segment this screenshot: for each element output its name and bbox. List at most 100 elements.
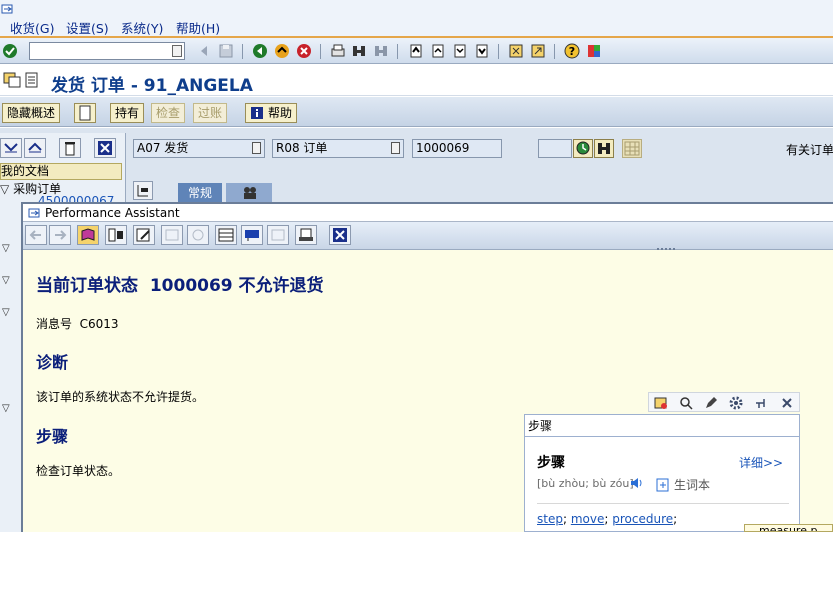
separator-text: ;: [604, 512, 609, 526]
menu-settings[interactable]: 设置(S): [66, 18, 109, 37]
last-page-icon[interactable]: [473, 42, 491, 60]
cancel-icon[interactable]: [295, 42, 313, 60]
close-icon[interactable]: [329, 225, 351, 245]
toolbar-separator: [498, 44, 499, 59]
sap-system-icon[interactable]: [1, 3, 15, 15]
vocab-book-icon[interactable]: [655, 477, 671, 493]
command-field[interactable]: [29, 42, 185, 60]
related-order-label: 有关订单: [786, 143, 833, 157]
pinyin-text: [bù zhòu; bù zóu]: [537, 477, 634, 490]
tree-node-label: 4500000067: [38, 194, 115, 202]
splitter-handle[interactable]: [657, 248, 675, 250]
order-number-field[interactable]: 1000069: [412, 139, 502, 158]
hide-overview-button[interactable]: 隐藏概述: [2, 103, 61, 123]
info-flag-icon[interactable]: [241, 225, 263, 245]
hold-button[interactable]: 持有: [110, 103, 145, 123]
header-detail-icon[interactable]: [133, 181, 153, 200]
translation-link[interactable]: procedure: [612, 512, 673, 526]
gear-icon[interactable]: [728, 395, 744, 411]
help-icon[interactable]: ?: [563, 42, 581, 60]
tab-partner[interactable]: [226, 183, 272, 203]
tree-expand-icon[interactable]: ▽: [2, 275, 10, 286]
reference-select-value: R08 订单: [276, 141, 328, 155]
document-icon[interactable]: [25, 72, 39, 88]
dropdown-icon[interactable]: [172, 45, 182, 57]
toolbar-separator: [242, 44, 243, 59]
exit-icon[interactable]: [273, 42, 291, 60]
empty-field[interactable]: [538, 139, 572, 158]
pushpin-icon[interactable]: [753, 395, 769, 411]
menu-help[interactable]: 帮助(H): [176, 18, 220, 37]
enter-check-icon[interactable]: [1, 42, 19, 60]
standard-toolbar: ?: [0, 36, 833, 64]
delete-icon[interactable]: [59, 138, 81, 158]
new-session-icon[interactable]: [507, 42, 525, 60]
dropdown-icon[interactable]: [252, 142, 261, 154]
edit-icon[interactable]: [133, 225, 155, 245]
new-document-button[interactable]: [74, 103, 96, 123]
toolbar-separator: [320, 44, 321, 59]
transaction-select[interactable]: A07 发货: [133, 139, 265, 158]
execute-icon[interactable]: [573, 139, 593, 158]
customize-layout-icon[interactable]: [585, 42, 603, 60]
display-document-icon[interactable]: [3, 72, 21, 88]
translation-link[interactable]: step: [537, 512, 563, 526]
previous-page-icon[interactable]: [429, 42, 447, 60]
print-icon[interactable]: [329, 42, 347, 60]
tab-general[interactable]: 常规: [178, 183, 223, 203]
diagnosis-text: 该订单的系统状态不允许提货。: [36, 390, 205, 404]
menu-goods-receipt[interactable]: 收货(G): [10, 18, 54, 37]
menu-system[interactable]: 系统(Y): [121, 18, 163, 37]
dictionary-search-input[interactable]: 步骤: [525, 415, 799, 437]
close-icon[interactable]: [779, 395, 795, 411]
find-icon[interactable]: [350, 42, 368, 60]
book-icon[interactable]: [77, 225, 99, 245]
help-button[interactable]: 帮助: [245, 103, 298, 123]
dictionary-word: 步骤: [537, 455, 565, 471]
tab-general-label: 常规: [188, 186, 213, 200]
translation-link[interactable]: move: [571, 512, 605, 526]
transaction-select-value: A07 发货: [137, 141, 189, 155]
tree-expand-icon[interactable]: ▽: [2, 243, 10, 254]
check-button[interactable]: 检查: [151, 103, 186, 123]
pin-icon[interactable]: [653, 395, 669, 411]
partner-icon: [244, 187, 256, 199]
print-icon[interactable]: [295, 225, 317, 245]
speaker-icon[interactable]: [629, 475, 645, 491]
cut-off-tag: measure p: [744, 524, 833, 532]
close-tree-icon[interactable]: [94, 138, 116, 158]
back-icon[interactable]: [251, 42, 269, 60]
find-next-icon[interactable]: [372, 42, 390, 60]
disabled-icon: [267, 225, 289, 245]
toolbar-separator: [554, 44, 555, 59]
translation-list: step; move; procedure;: [537, 512, 677, 526]
shortcut-icon[interactable]: [529, 42, 547, 60]
technical-info-icon[interactable]: [105, 225, 127, 245]
help-button-label: 帮助: [268, 106, 293, 120]
binoculars-icon[interactable]: [594, 139, 614, 158]
assistant-title: Performance Assistant: [45, 206, 180, 220]
forward-arrow-icon: [49, 225, 71, 245]
reference-select[interactable]: R08 订单: [272, 139, 404, 158]
dictionary-toolbar: [648, 392, 800, 412]
toolbar-separator: [397, 44, 398, 59]
expand-all-icon[interactable]: [0, 138, 22, 158]
first-page-icon[interactable]: [407, 42, 425, 60]
search-icon[interactable]: [678, 395, 694, 411]
details-link[interactable]: 详细>>: [739, 454, 783, 471]
separator-text: ;: [673, 512, 678, 526]
procedure-heading: 步骤: [36, 427, 69, 446]
dropdown-icon[interactable]: [391, 142, 400, 154]
tree-expand-icon[interactable]: ▽: [2, 307, 10, 318]
page-title: 发货 订单 - 91_ANGELA: [51, 76, 253, 96]
pencil-icon[interactable]: [703, 395, 719, 411]
tree-expand-icon[interactable]: ▽: [2, 403, 10, 414]
next-page-icon[interactable]: [451, 42, 469, 60]
info-icon: [251, 107, 263, 119]
tree-expand-icon[interactable]: ▽: [0, 182, 9, 196]
vocab-label[interactable]: 生词本: [674, 476, 710, 493]
tree-node-truncated[interactable]: 4500000067: [38, 193, 114, 202]
post-button[interactable]: 过账: [193, 103, 228, 123]
table-icon[interactable]: [215, 225, 237, 245]
collapse-all-icon[interactable]: [24, 138, 46, 158]
